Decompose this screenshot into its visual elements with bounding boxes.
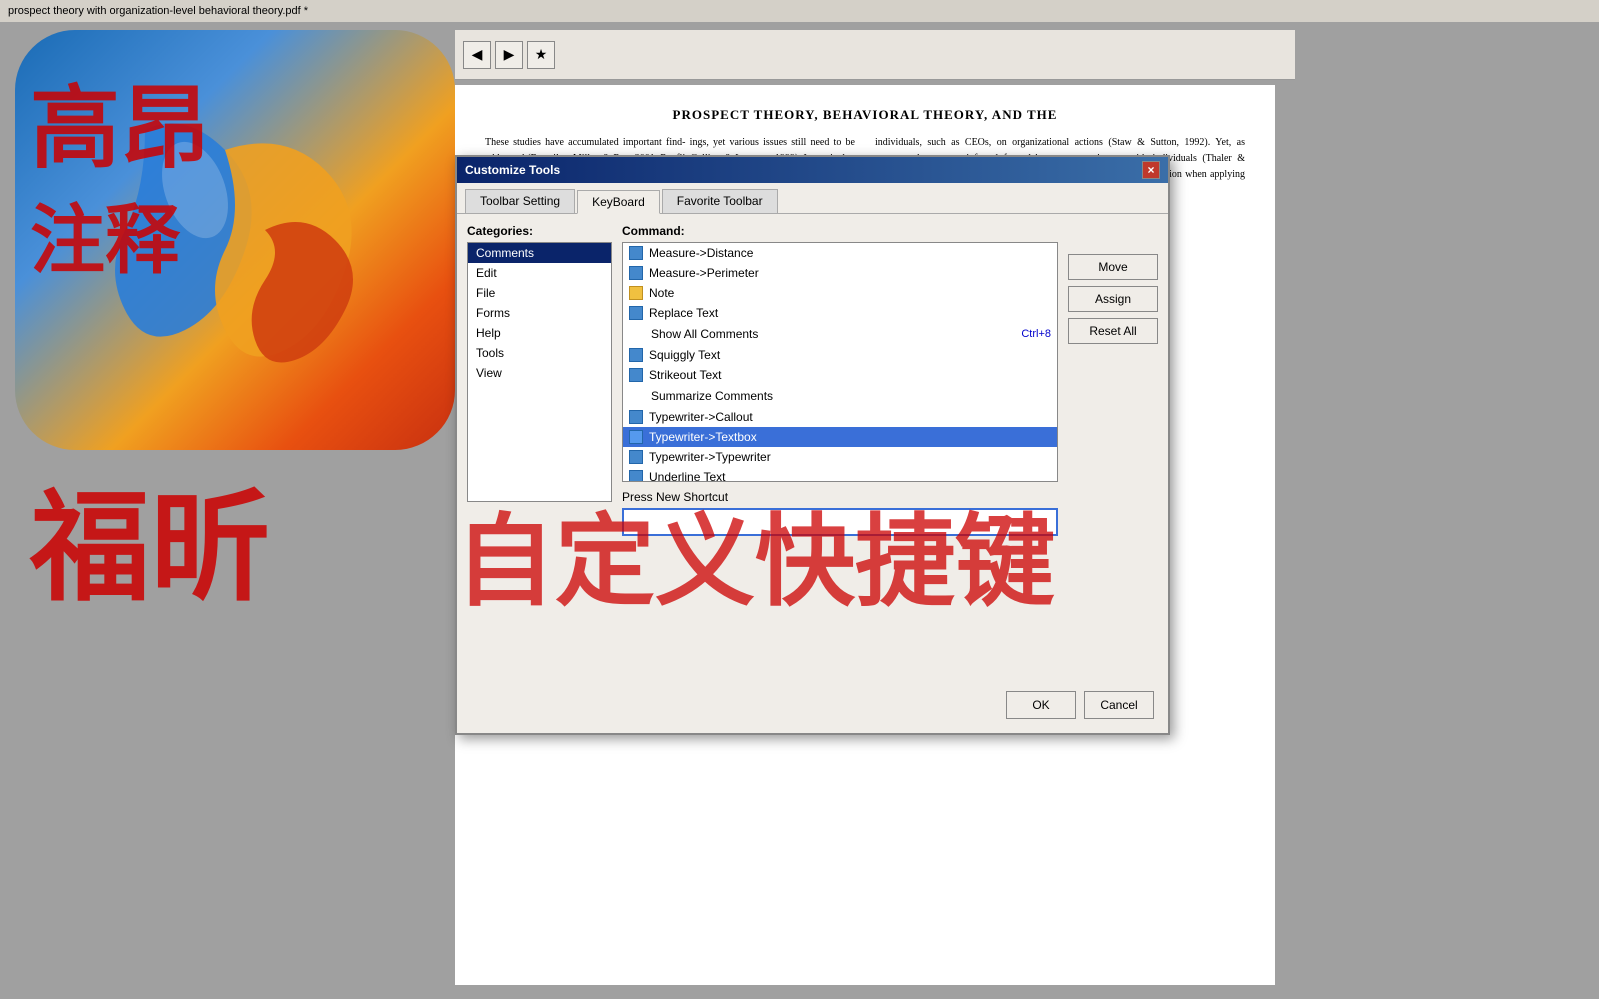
cmd-measure-distance[interactable]: Measure->Distance: [623, 243, 1057, 263]
cmd-typewriter-textbox[interactable]: Typewriter->Textbox: [623, 427, 1057, 447]
cmd-icon-strikeout-text: [629, 368, 643, 382]
dialog-tabs: Toolbar Setting KeyBoard Favorite Toolba…: [457, 183, 1168, 214]
category-edit[interactable]: Edit: [468, 263, 611, 283]
cmd-typewriter-callout[interactable]: Typewriter->Callout: [623, 407, 1057, 427]
categories-panel: Categories: Comments Edit File Forms: [467, 224, 612, 700]
cmd-typewriter-typewriter[interactable]: Typewriter->Typewriter: [623, 447, 1057, 467]
cmd-icon-underline-text: [629, 470, 643, 482]
shortcut-input[interactable]: [622, 508, 1058, 536]
tab-keyboard[interactable]: KeyBoard: [577, 190, 660, 214]
cmd-icon-typewriter-callout: [629, 410, 643, 424]
cmd-icon-squiggly-text: [629, 348, 643, 362]
dialog-overlay: Customize Tools × Toolbar Setting KeyBoa…: [0, 0, 1599, 999]
categories-list[interactable]: Comments Edit File Forms Help: [467, 242, 612, 502]
reset-all-button[interactable]: Reset All: [1068, 318, 1158, 344]
cmd-strikeout-text[interactable]: Strikeout Text: [623, 365, 1057, 385]
cmd-icon-note: [629, 286, 643, 300]
dialog-title: Customize Tools: [465, 163, 560, 177]
categories-label: Categories:: [467, 224, 612, 238]
cmd-squiggly-text[interactable]: Squiggly Text: [623, 345, 1057, 365]
customize-tools-dialog: Customize Tools × Toolbar Setting KeyBoa…: [455, 155, 1170, 735]
cmd-icon-replace-text: [629, 306, 643, 320]
cmd-measure-perimeter[interactable]: Measure->Perimeter: [623, 263, 1057, 283]
dialog-bottom-buttons: OK Cancel: [1006, 691, 1154, 719]
dialog-close-button[interactable]: ×: [1142, 161, 1160, 179]
category-help[interactable]: Help: [468, 323, 611, 343]
tab-favorite-toolbar[interactable]: Favorite Toolbar: [662, 189, 778, 213]
cmd-icon-typewriter-typewriter: [629, 450, 643, 464]
shortcut-section-label: Press New Shortcut: [622, 490, 1058, 504]
action-buttons-panel: Move Assign Reset All: [1068, 254, 1158, 700]
cmd-note[interactable]: Note: [623, 283, 1057, 303]
close-icon: ×: [1147, 163, 1154, 177]
category-comments[interactable]: Comments: [468, 243, 611, 263]
cmd-icon-measure-perimeter: [629, 266, 643, 280]
cmd-underline-text[interactable]: Underline Text: [623, 467, 1057, 482]
category-file[interactable]: File: [468, 283, 611, 303]
commands-panel: Command: Measure->Distance Measure->Peri…: [622, 224, 1058, 700]
dialog-titlebar: Customize Tools ×: [457, 157, 1168, 183]
category-forms[interactable]: Forms: [468, 303, 611, 323]
shortcut-section: Press New Shortcut: [622, 490, 1058, 536]
cmd-icon-typewriter-textbox: [629, 430, 643, 444]
ok-button[interactable]: OK: [1006, 691, 1076, 719]
cmd-icon-measure-distance: [629, 246, 643, 260]
cmd-shortcut-show-all-comments: Ctrl+8: [1021, 328, 1051, 340]
move-button[interactable]: Move: [1068, 254, 1158, 280]
cmd-summarize-comments[interactable]: Summarize Comments: [623, 385, 1057, 407]
tab-toolbar-setting[interactable]: Toolbar Setting: [465, 189, 575, 213]
cmd-icon-show-all-comments: [629, 326, 645, 342]
shortcut-input-row: [622, 508, 1058, 536]
command-label: Command:: [622, 224, 1058, 238]
category-tools[interactable]: Tools: [468, 343, 611, 363]
cmd-replace-text[interactable]: Replace Text: [623, 303, 1057, 323]
cmd-show-all-comments[interactable]: Show All Comments Ctrl+8: [623, 323, 1057, 345]
dialog-body: Categories: Comments Edit File Forms: [457, 214, 1168, 710]
cancel-button[interactable]: Cancel: [1084, 691, 1154, 719]
commands-list[interactable]: Measure->Distance Measure->Perimeter Not…: [622, 242, 1058, 482]
assign-button[interactable]: Assign: [1068, 286, 1158, 312]
cmd-icon-summarize-comments: [629, 388, 645, 404]
category-view[interactable]: View: [468, 363, 611, 383]
